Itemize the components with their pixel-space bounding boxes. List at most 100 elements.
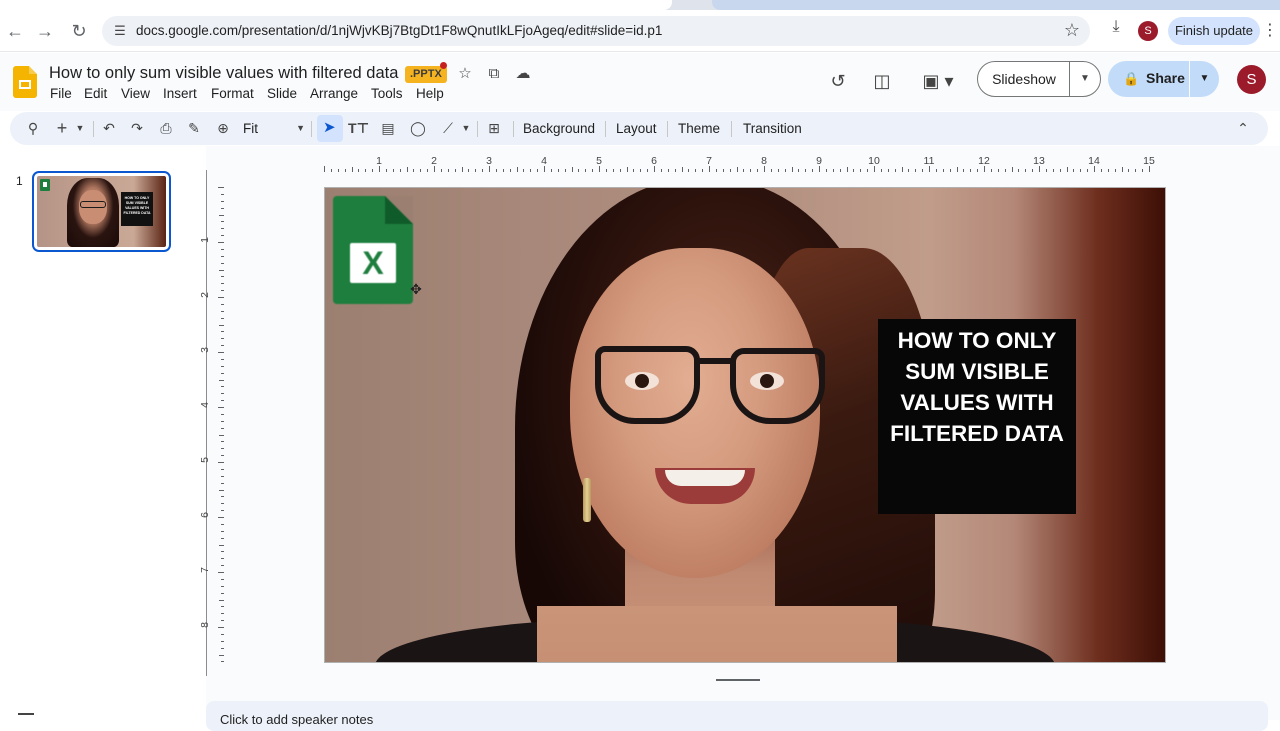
redo-icon[interactable]: ↷ — [128, 118, 146, 139]
ruler-label: 7 — [198, 567, 211, 573]
layout-button[interactable]: Layout — [616, 119, 657, 138]
text-box-icon[interactable]: T⊤ — [348, 118, 369, 139]
star-icon[interactable]: ☆ — [455, 64, 475, 84]
menu-arrange[interactable]: Arrange — [310, 86, 358, 101]
chevron-down-icon[interactable]: ▼ — [460, 118, 472, 139]
menu-file[interactable]: File — [50, 86, 72, 101]
slides-logo-icon[interactable] — [13, 66, 37, 98]
browser-menu-icon[interactable]: ⋮ — [1262, 19, 1278, 43]
download-icon[interactable]: ⤓ — [1106, 18, 1126, 38]
bookmark-star-icon[interactable]: ☆ — [1064, 20, 1080, 41]
ruler-tick — [1066, 167, 1068, 172]
menu-help[interactable]: Help — [416, 86, 444, 101]
ruler-tick — [860, 169, 862, 172]
browser-tab-inactive[interactable] — [712, 0, 1280, 10]
slide-title-box[interactable]: HOW TO ONLY SUM VISIBLE VALUES WITH FILT… — [878, 319, 1076, 514]
ruler-tick — [221, 193, 224, 195]
excel-logo-icon[interactable]: X — [333, 196, 413, 304]
browser-profile-avatar[interactable]: S — [1138, 21, 1158, 41]
search-menus-icon[interactable]: ⚲ — [24, 118, 42, 139]
move-folder-icon[interactable]: ⧉ — [484, 64, 504, 84]
chevron-down-icon[interactable]: ▼ — [74, 118, 86, 139]
toolbar-divider — [605, 121, 606, 137]
ruler-tick — [867, 169, 869, 172]
select-tool-button[interactable]: ➤ — [317, 115, 343, 142]
finish-update-button[interactable]: Finish update — [1168, 17, 1260, 45]
ruler-tick — [784, 169, 786, 172]
chevron-down-icon[interactable]: ▼ — [1190, 61, 1219, 97]
toolbar-divider — [311, 121, 312, 137]
docs-header: How to only sum visible values with filt… — [0, 53, 1280, 111]
slide-canvas[interactable]: X ✥ HOW TO ONLY SUM VISIBLE VALUES WITH … — [324, 187, 1166, 663]
ruler-tick — [777, 169, 779, 172]
ruler-tick — [942, 169, 944, 172]
paint-format-icon[interactable]: ✎ — [184, 118, 204, 139]
collapse-toolbar-icon[interactable]: ⌃ — [1234, 118, 1252, 139]
speaker-notes[interactable]: Click to add speaker notes — [206, 701, 1268, 731]
comments-icon[interactable]: ◫ — [870, 69, 894, 93]
account-avatar[interactable]: S — [1237, 65, 1266, 94]
reload-icon[interactable]: ↻ — [68, 20, 90, 42]
ruler-label: 5 — [198, 457, 211, 463]
ruler-label: 3 — [198, 347, 211, 353]
ruler-tick — [990, 169, 992, 172]
ruler-tick — [365, 169, 367, 172]
browser-tab-active[interactable] — [0, 0, 672, 10]
slideshow-button[interactable]: Slideshow ▼ — [977, 61, 1101, 97]
version-history-icon[interactable]: ↺ — [826, 69, 850, 93]
menu-tools[interactable]: Tools — [371, 86, 403, 101]
ruler-tick — [1011, 167, 1013, 172]
ruler-tick — [221, 400, 224, 402]
chevron-down-icon[interactable]: ▼ — [1070, 62, 1100, 96]
forward-arrow-icon[interactable]: → — [34, 20, 56, 42]
ruler-label: 8 — [761, 155, 767, 167]
ruler-tick — [219, 434, 224, 436]
ruler-tick — [221, 530, 224, 532]
ruler-tick — [949, 169, 951, 172]
back-arrow-icon[interactable]: ← — [4, 20, 26, 42]
vertical-ruler[interactable]: 1 2 3 4 5 6 7 8 — [199, 170, 224, 664]
ruler-tick — [702, 169, 704, 172]
slide-thumbnail[interactable]: HOW TO ONLY SUM VISIBLE VALUES WITH FILT… — [32, 171, 171, 252]
thumbnail-title-box: HOW TO ONLY SUM VISIBLE VALUES WITH FILT… — [121, 192, 153, 226]
theme-button[interactable]: Theme — [678, 119, 720, 138]
grid-view-icon[interactable] — [18, 713, 34, 723]
document-title[interactable]: How to only sum visible values with filt… — [49, 64, 398, 83]
horizontal-ruler[interactable]: 1 2 3 4 5 6 7 8 9 10 11 12 13 14 15 — [324, 154, 1166, 172]
ruler-tick — [219, 654, 224, 656]
new-slide-icon[interactable]: + — [54, 118, 70, 139]
menu-format[interactable]: Format — [211, 86, 254, 101]
menu-view[interactable]: View — [121, 86, 150, 101]
menu-insert[interactable]: Insert — [163, 86, 197, 101]
line-icon[interactable]: ⟋ — [438, 118, 458, 139]
zoom-select[interactable]: Fit ▼ — [243, 118, 305, 139]
share-button[interactable]: 🔒 Share ▼ — [1108, 61, 1219, 97]
ruler-tick — [218, 572, 224, 573]
site-info-icon[interactable]: ☰ — [110, 21, 130, 41]
url-text[interactable]: docs.google.com/presentation/d/1njWjvKBj… — [136, 23, 662, 38]
ruler-tick — [221, 200, 224, 202]
ruler-tick — [221, 331, 224, 333]
slide-title-text[interactable]: HOW TO ONLY SUM VISIBLE VALUES WITH FILT… — [878, 325, 1076, 449]
notes-resize-handle[interactable] — [716, 679, 760, 681]
cloud-saved-icon[interactable]: ☁ — [513, 64, 533, 84]
slideshow-label[interactable]: Slideshow — [978, 62, 1070, 96]
undo-icon[interactable]: ↶ — [100, 118, 118, 139]
menu-slide[interactable]: Slide — [267, 86, 297, 101]
add-comment-icon[interactable]: ⊞ — [484, 118, 504, 139]
zoom-icon[interactable]: ⊕ — [214, 118, 232, 139]
print-icon[interactable]: ⎙ — [156, 118, 176, 139]
ruler-tick — [557, 169, 559, 172]
share-main[interactable]: 🔒 Share — [1108, 61, 1188, 97]
toolbar-divider — [477, 121, 478, 137]
menu-edit[interactable]: Edit — [84, 86, 107, 101]
insert-image-icon[interactable]: ▤ — [378, 118, 398, 139]
transition-button[interactable]: Transition — [743, 119, 802, 138]
lock-icon: 🔒 — [1123, 71, 1140, 86]
address-bar[interactable]: ☰ docs.google.com/presentation/d/1njWjvK… — [102, 16, 1090, 46]
ruler-tick — [221, 613, 224, 615]
background-button[interactable]: Background — [523, 119, 595, 138]
meet-camera-icon[interactable]: ▣ ▾ — [918, 69, 958, 93]
file-type-badge[interactable]: .PPTX — [405, 66, 447, 83]
shape-icon[interactable]: ◯ — [408, 118, 428, 139]
